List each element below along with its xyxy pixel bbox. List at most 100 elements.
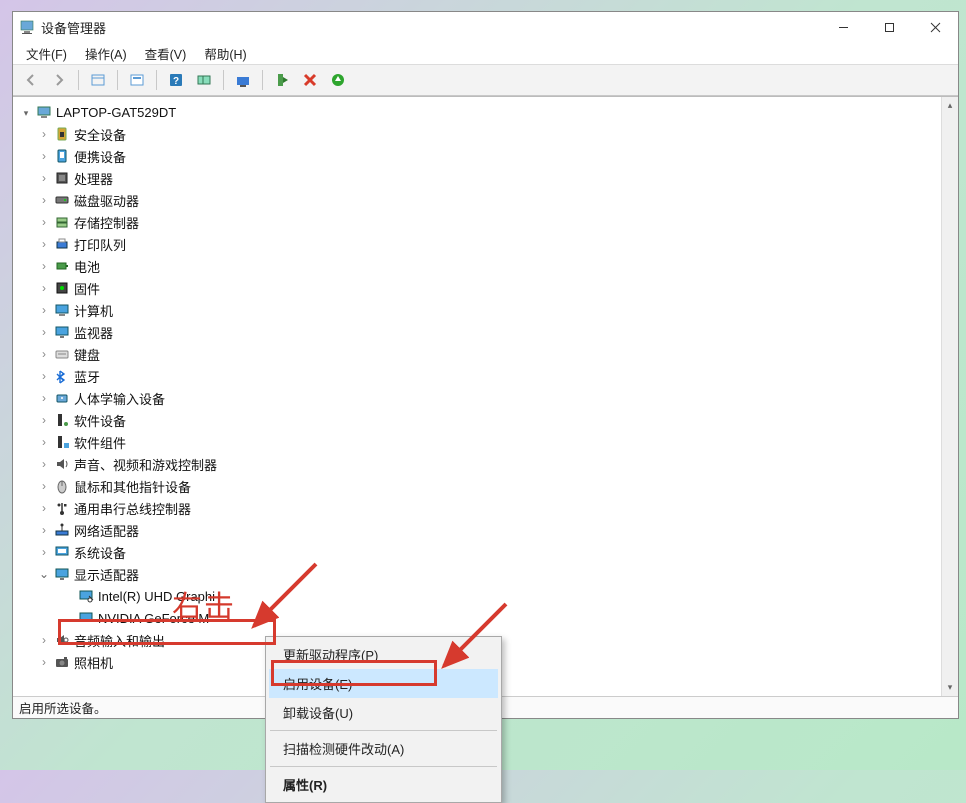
hid-icon [53,390,70,407]
toolbar-back-button[interactable] [19,68,43,92]
window-buttons [820,12,958,42]
category-label: 人体学输入设备 [74,389,165,408]
content-area: LAPTOP-GAT529DT 安全设备便携设备处理器磁盘驱动器存储控制器打印队… [13,96,958,696]
category-storage[interactable]: 存储控制器 [17,211,958,233]
category-hid[interactable]: 人体学输入设备 [17,387,958,409]
device-label: NVIDIA GeForce M [98,611,209,626]
toolbar-scan-button[interactable] [192,68,216,92]
toolbar-properties-button[interactable] [125,68,149,92]
category-keyboard[interactable]: 键盘 [17,343,958,365]
category-label: 打印队列 [74,235,126,254]
device-intel-uhd[interactable]: Intel(R) UHD Graphi [17,585,958,607]
category-computer[interactable]: 计算机 [17,299,958,321]
category-battery[interactable]: 电池 [17,255,958,277]
system-icon [53,544,70,561]
statusbar-text: 启用所选设备。 [19,698,107,717]
ctx-separator [270,766,497,767]
category-system[interactable]: 系统设备 [17,541,958,563]
category-label: 键盘 [74,345,100,364]
mouse-icon [53,478,70,495]
category-security[interactable]: 安全设备 [17,123,958,145]
display-adapter-icon [77,610,94,627]
storage-icon [53,214,70,231]
category-label: 鼠标和其他指针设备 [74,477,191,496]
maximize-button[interactable] [866,12,912,42]
menu-help[interactable]: 帮助(H) [195,42,255,65]
ctx-enable-device[interactable]: 启用设备(E) [269,669,498,698]
category-label: 磁盘驱动器 [74,191,139,210]
close-button[interactable] [912,12,958,42]
category-mouse[interactable]: 鼠标和其他指针设备 [17,475,958,497]
scroll-up-button[interactable]: ▴ [942,97,958,114]
audio-icon [53,632,70,649]
security-icon [53,126,70,143]
toolbar-forward-button[interactable] [47,68,71,92]
category-disk[interactable]: 磁盘驱动器 [17,189,958,211]
category-label: 处理器 [74,169,113,188]
menubar: 文件(F) 操作(A) 查看(V) 帮助(H) [13,42,958,64]
device-nvidia-geforce[interactable]: NVIDIA GeForce M [17,607,958,629]
category-network[interactable]: 网络适配器 [17,519,958,541]
menu-action[interactable]: 操作(A) [76,42,136,65]
category-softdev[interactable]: 软件设备 [17,409,958,431]
toolbar-showhide-button[interactable] [86,68,110,92]
category-portable[interactable]: 便携设备 [17,145,958,167]
category-monitor[interactable]: 监视器 [17,321,958,343]
category-display-adapters[interactable]: 显示适配器 [17,563,958,585]
disk-icon [53,192,70,209]
menu-file[interactable]: 文件(F) [17,42,76,65]
toolbar-separator [78,70,79,90]
ctx-properties[interactable]: 属性(R) [269,770,498,799]
toolbar-separator [223,70,224,90]
battery-icon [53,258,70,275]
category-bluetooth[interactable]: 蓝牙 [17,365,958,387]
keyboard-icon [53,346,70,363]
ctx-uninstall-device[interactable]: 卸载设备(U) [269,698,498,727]
category-cpu[interactable]: 处理器 [17,167,958,189]
toolbar-addlegacy-button[interactable] [326,68,350,92]
category-printer[interactable]: 打印队列 [17,233,958,255]
computer-icon [53,302,70,319]
printer-icon [53,236,70,253]
ctx-update-driver[interactable]: 更新驱动程序(P) [269,640,498,669]
cpu-icon [53,170,70,187]
window-title: 设备管理器 [41,18,820,37]
toolbar-uninstall-button[interactable] [298,68,322,92]
ctx-separator [270,730,497,731]
toolbar-enable-button[interactable] [270,68,294,92]
computer-icon [35,104,52,121]
vertical-scrollbar[interactable]: ▴ ▾ [941,97,958,696]
category-firmware[interactable]: 固件 [17,277,958,299]
category-label: 计算机 [74,301,113,320]
display-adapter-icon [77,588,94,605]
category-label: 监视器 [74,323,113,342]
tree-root-label: LAPTOP-GAT529DT [56,105,176,120]
category-label: 软件组件 [74,433,126,452]
display-icon [53,566,70,583]
app-icon [19,19,35,35]
category-softcomp[interactable]: 软件组件 [17,431,958,453]
portable-icon [53,148,70,165]
category-label: 存储控制器 [74,213,139,232]
softcomp-icon [53,434,70,451]
tree-root[interactable]: LAPTOP-GAT529DT [17,101,958,123]
category-sound[interactable]: 声音、视频和游戏控制器 [17,453,958,475]
device-label: Intel(R) UHD Graphi [98,589,215,604]
toolbar-updatedriver-button[interactable] [231,68,255,92]
ctx-scan-hardware[interactable]: 扫描检测硬件改动(A) [269,734,498,763]
category-label: 电池 [74,257,100,276]
minimize-button[interactable] [820,12,866,42]
menu-view[interactable]: 查看(V) [136,42,196,65]
camera-icon [53,654,70,671]
softdev-icon [53,412,70,429]
device-manager-window: 设备管理器 文件(F) 操作(A) 查看(V) 帮助(H) ? [12,11,959,719]
device-tree[interactable]: LAPTOP-GAT529DT 安全设备便携设备处理器磁盘驱动器存储控制器打印队… [13,97,958,696]
usb-icon [53,500,70,517]
category-label: 显示适配器 [74,565,139,584]
category-usb[interactable]: 通用串行总线控制器 [17,497,958,519]
svg-text:?: ? [173,76,179,87]
titlebar: 设备管理器 [13,12,958,42]
scroll-down-button[interactable]: ▾ [942,679,958,696]
category-label: 通用串行总线控制器 [74,499,191,518]
toolbar-help-button[interactable]: ? [164,68,188,92]
